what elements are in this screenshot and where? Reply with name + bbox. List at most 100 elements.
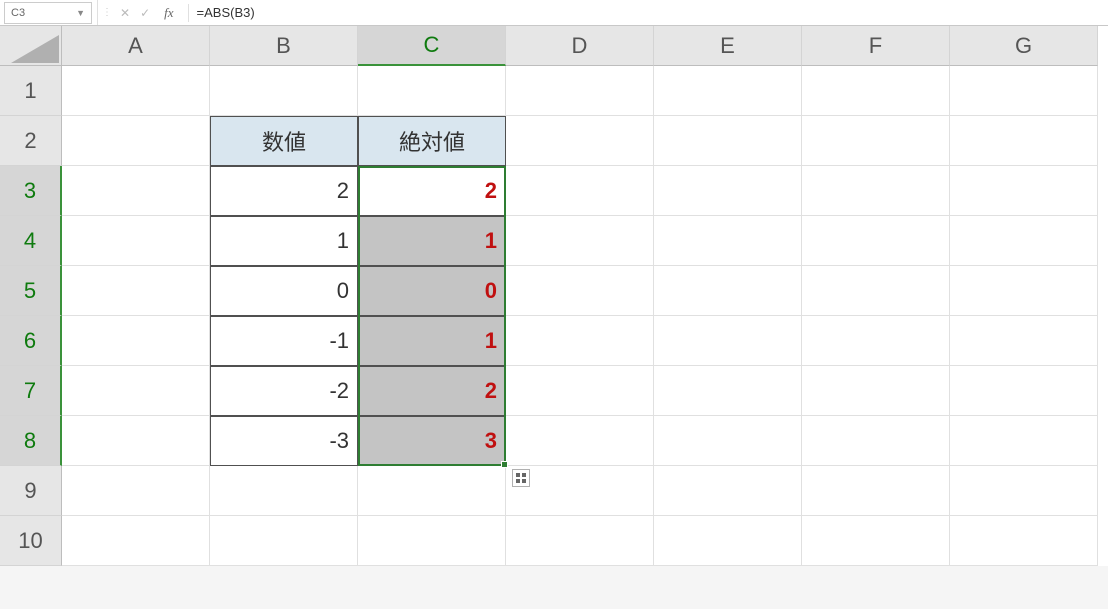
cell-E5[interactable]	[654, 266, 802, 316]
cell-D3[interactable]	[506, 166, 654, 216]
cell-C5[interactable]: 0	[358, 266, 506, 316]
cell-B1[interactable]	[210, 66, 358, 116]
cell-G1[interactable]	[950, 66, 1098, 116]
cell-F7[interactable]	[802, 366, 950, 416]
cell-F9[interactable]	[802, 466, 950, 516]
cell-A9[interactable]	[62, 466, 210, 516]
row-header-6[interactable]: 6	[0, 316, 62, 366]
cell-F10[interactable]	[802, 516, 950, 566]
fx-button[interactable]: fx	[160, 5, 177, 21]
cancel-button[interactable]: ✕	[120, 6, 130, 20]
row-header-9[interactable]: 9	[0, 466, 62, 516]
cell-B10[interactable]	[210, 516, 358, 566]
cell-G3[interactable]	[950, 166, 1098, 216]
cell-C7[interactable]: 2	[358, 366, 506, 416]
grid: A B C D E F G 1 2 数値 絶対値 3 2 2 4 1 1	[0, 26, 1108, 566]
cell-D5[interactable]	[506, 266, 654, 316]
cell-F3[interactable]	[802, 166, 950, 216]
cell-F5[interactable]	[802, 266, 950, 316]
cell-B7[interactable]: -2	[210, 366, 358, 416]
col-header-A[interactable]: A	[62, 26, 210, 66]
row-header-7[interactable]: 7	[0, 366, 62, 416]
cell-C10[interactable]	[358, 516, 506, 566]
cell-D2[interactable]	[506, 116, 654, 166]
cell-F1[interactable]	[802, 66, 950, 116]
name-box-value: C3	[11, 7, 25, 19]
cell-B3[interactable]: 2	[210, 166, 358, 216]
cell-E7[interactable]	[654, 366, 802, 416]
col-header-C[interactable]: C	[358, 26, 506, 66]
cell-F4[interactable]	[802, 216, 950, 266]
cell-G5[interactable]	[950, 266, 1098, 316]
cell-A3[interactable]	[62, 166, 210, 216]
cell-G9[interactable]	[950, 466, 1098, 516]
cell-A2[interactable]	[62, 116, 210, 166]
cell-A8[interactable]	[62, 416, 210, 466]
cell-D1[interactable]	[506, 66, 654, 116]
cell-E8[interactable]	[654, 416, 802, 466]
chevron-down-icon[interactable]: ▼	[76, 8, 85, 18]
cell-B2[interactable]: 数値	[210, 116, 358, 166]
row-header-5[interactable]: 5	[0, 266, 62, 316]
col-header-G[interactable]: G	[950, 26, 1098, 66]
autofill-options-button[interactable]	[512, 469, 530, 487]
cell-F8[interactable]	[802, 416, 950, 466]
cell-F6[interactable]	[802, 316, 950, 366]
row-header-8[interactable]: 8	[0, 416, 62, 466]
cell-D4[interactable]	[506, 216, 654, 266]
cell-B8[interactable]: -3	[210, 416, 358, 466]
cell-G8[interactable]	[950, 416, 1098, 466]
cell-D6[interactable]	[506, 316, 654, 366]
col-header-E[interactable]: E	[654, 26, 802, 66]
cell-C6[interactable]: 1	[358, 316, 506, 366]
cell-A1[interactable]	[62, 66, 210, 116]
formula-buttons: ✕ ✓ fx	[112, 5, 186, 21]
cell-C1[interactable]	[358, 66, 506, 116]
col-header-B[interactable]: B	[210, 26, 358, 66]
formula-input[interactable]	[191, 0, 1108, 25]
cell-E9[interactable]	[654, 466, 802, 516]
cell-B9[interactable]	[210, 466, 358, 516]
row-header-10[interactable]: 10	[0, 516, 62, 566]
cell-A4[interactable]	[62, 216, 210, 266]
cell-C3[interactable]: 2	[358, 166, 506, 216]
cell-G10[interactable]	[950, 516, 1098, 566]
cell-E2[interactable]	[654, 116, 802, 166]
grip-icon[interactable]: ⋮	[102, 9, 112, 17]
cell-B5[interactable]: 0	[210, 266, 358, 316]
cell-F2[interactable]	[802, 116, 950, 166]
cell-B4[interactable]: 1	[210, 216, 358, 266]
cell-A10[interactable]	[62, 516, 210, 566]
cell-D7[interactable]	[506, 366, 654, 416]
cell-G6[interactable]	[950, 316, 1098, 366]
name-box[interactable]: C3 ▼	[4, 2, 92, 24]
row-header-1[interactable]: 1	[0, 66, 62, 116]
cell-B6[interactable]: -1	[210, 316, 358, 366]
cell-C4[interactable]: 1	[358, 216, 506, 266]
cell-C8[interactable]: 3	[358, 416, 506, 466]
cell-G4[interactable]	[950, 216, 1098, 266]
cell-E6[interactable]	[654, 316, 802, 366]
col-header-D[interactable]: D	[506, 26, 654, 66]
cell-E3[interactable]	[654, 166, 802, 216]
cell-A5[interactable]	[62, 266, 210, 316]
cell-D10[interactable]	[506, 516, 654, 566]
cell-C9[interactable]	[358, 466, 506, 516]
row-header-3[interactable]: 3	[0, 166, 62, 216]
cell-E10[interactable]	[654, 516, 802, 566]
cell-C2[interactable]: 絶対値	[358, 116, 506, 166]
cell-G2[interactable]	[950, 116, 1098, 166]
enter-button[interactable]: ✓	[140, 6, 150, 20]
cell-A6[interactable]	[62, 316, 210, 366]
separator	[92, 0, 98, 25]
cell-G7[interactable]	[950, 366, 1098, 416]
cell-A7[interactable]	[62, 366, 210, 416]
select-all-corner[interactable]	[0, 26, 62, 66]
cell-E4[interactable]	[654, 216, 802, 266]
cell-E1[interactable]	[654, 66, 802, 116]
row-header-2[interactable]: 2	[0, 116, 62, 166]
separator	[188, 4, 189, 22]
col-header-F[interactable]: F	[802, 26, 950, 66]
cell-D8[interactable]	[506, 416, 654, 466]
row-header-4[interactable]: 4	[0, 216, 62, 266]
